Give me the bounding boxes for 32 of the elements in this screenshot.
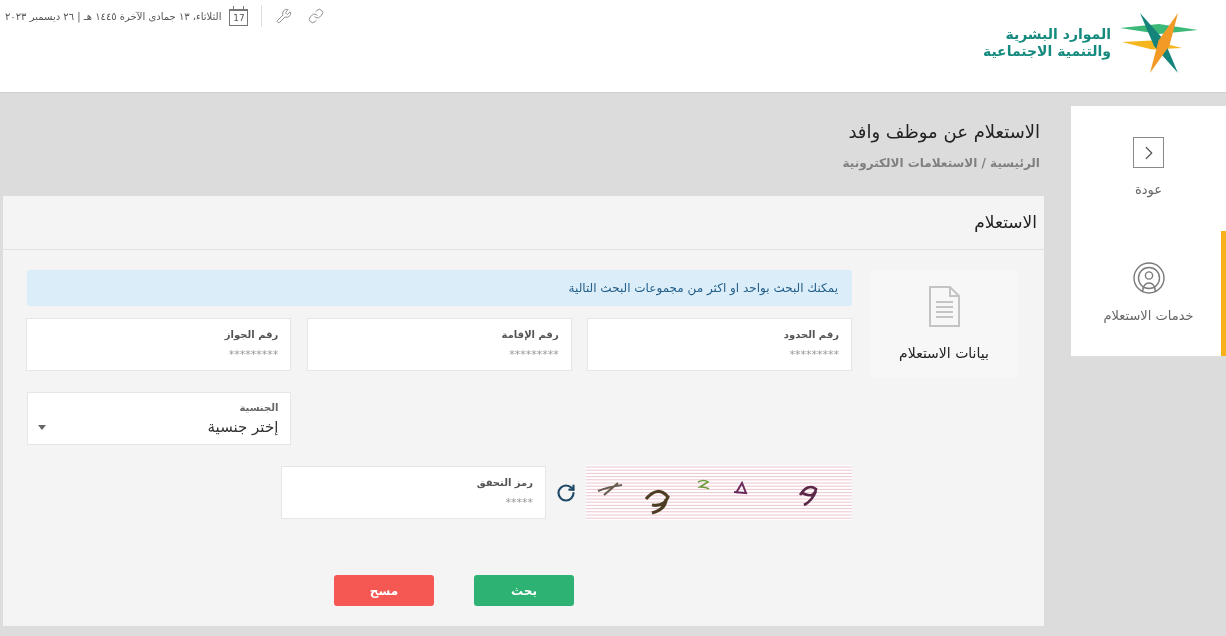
step-label: بيانات الاستعلام [899,344,989,363]
caret-icon [38,424,46,430]
document-icon [928,286,960,327]
field-label: رقم الإقامة [501,328,559,342]
field-label: الجنسية [239,401,279,415]
nationality-select[interactable]: الجنسية إختر جنسية [27,392,292,445]
input-field[interactable]: ********* [600,345,839,363]
date-text: الثلاثاء، ١٣ جمادى الآخرة ١٤٤٥ هـ | ٢٦ ديسمبر ٢٠٢٣ [5,9,222,24]
field-label: رمز التحقق [476,476,533,490]
input-field[interactable]: ***** [294,493,533,511]
text-field[interactable]: رقم الإقامة ********* [306,318,572,371]
broadcast-person-icon [1132,261,1165,294]
info-alert: يمكنك البحث بواحد او اكثر من مجموعات البحث التالية [27,270,852,306]
field-label: رقم الجواز [224,328,279,342]
logo-text: والتنمية الاجتماعية [982,43,1111,60]
field-label: رقم الحدود [783,328,839,342]
text-field[interactable]: رمز التحقق ***** [281,466,546,519]
wrench-icon[interactable] [276,8,293,24]
calendar-date: 17 [229,6,249,26]
sidebar-item[interactable]: عودة [1071,106,1226,231]
chevron-right-icon [1133,137,1164,169]
text-field[interactable]: رقم الجواز ********* [26,318,292,371]
breadcrumb: الرئيسية / الاستعلامات الالكترونية [842,155,1040,171]
input-field[interactable]: ********* [319,345,559,363]
page-title: الاستعلام عن موظف وافد [848,120,1040,144]
sidebar-item[interactable]: خدمات الاستعلام [1071,231,1226,356]
input-field[interactable]: ********* [39,345,279,363]
link-icon[interactable] [308,8,325,24]
text-field[interactable]: رقم الحدود ********* [587,318,852,371]
logo-text: الموارد البشرية [1004,26,1111,43]
refresh-icon[interactable] [556,482,576,503]
card-title: الاستعلام [974,210,1037,234]
